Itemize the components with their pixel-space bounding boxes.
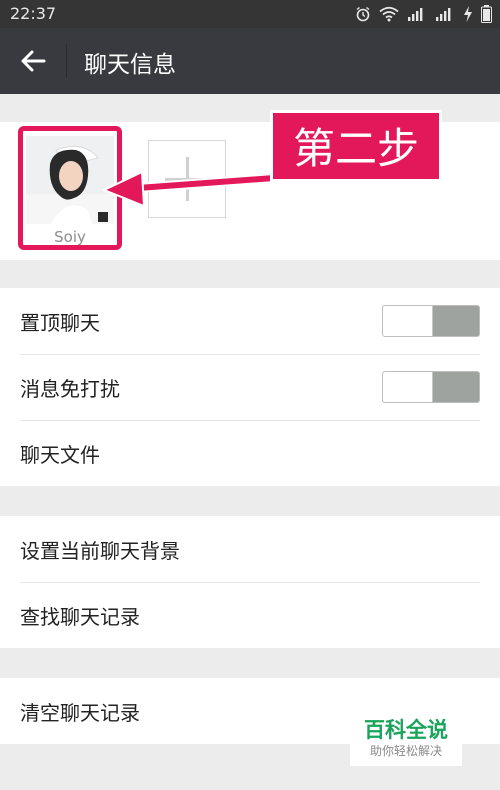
settings-section-1: 置顶聊天 消息免打扰 聊天文件 [0,288,500,486]
signal-icon [436,8,451,21]
mute-toggle[interactable] [382,371,480,403]
back-arrow-icon [21,50,46,72]
title-divider [66,44,67,78]
add-member-button[interactable] [148,140,226,218]
row-label: 清空聊天记录 [20,700,140,725]
status-time: 22:37 [10,4,57,23]
status-icons [355,5,492,23]
watermark-subtitle: 助你轻松解决 [369,744,442,758]
row-chat-background[interactable]: 设置当前聊天背景 [0,516,500,582]
back-button[interactable] [14,44,54,78]
row-chat-files[interactable]: 聊天文件 [0,420,500,486]
settings-section-2: 设置当前聊天背景 查找聊天记录 [0,516,500,648]
row-label: 置顶聊天 [20,310,100,335]
page-title: 聊天信息 [84,52,176,78]
row-pin-chat[interactable]: 置顶聊天 [0,288,500,354]
charging-icon [464,6,472,22]
row-mute-notifications[interactable]: 消息免打扰 [0,354,500,420]
row-label: 聊天文件 [20,442,100,467]
pin-chat-toggle[interactable] [382,305,480,337]
signal-icon [408,8,423,21]
wifi-icon [379,6,399,22]
row-label: 查找聊天记录 [20,604,140,629]
step-label: 第二步 [270,110,442,182]
row-label: 消息免打扰 [20,376,120,401]
alarm-icon [356,6,370,22]
row-label: 设置当前聊天背景 [20,538,180,563]
watermark-title: 百科全说 [364,718,448,742]
battery-icon [481,5,492,23]
highlight-box [18,126,122,250]
row-search-history[interactable]: 查找聊天记录 [0,582,500,648]
status-bar: 22:37 [0,0,500,28]
title-bar: 聊天信息 [0,28,500,94]
watermark: 百科全说 助你轻松解决 [350,710,462,766]
